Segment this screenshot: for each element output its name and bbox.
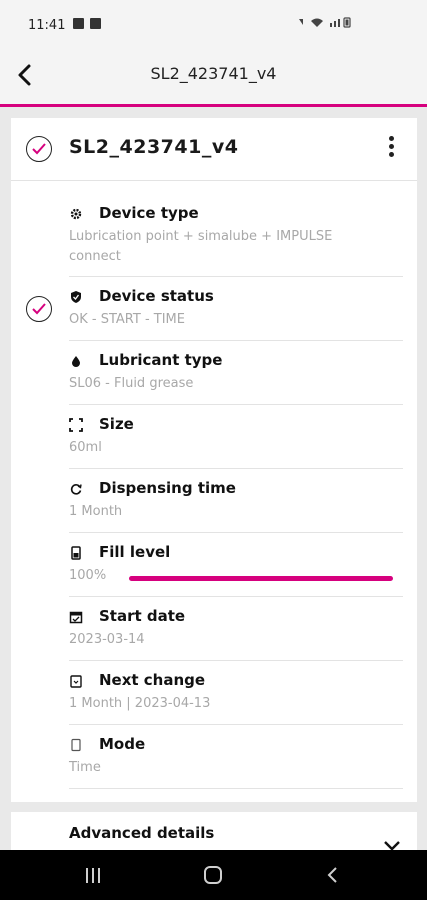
page-title: SL2_423741_v4 — [150, 64, 277, 83]
clipboard-icon — [70, 675, 82, 688]
size-label: Size — [99, 415, 134, 433]
fill-level-bar — [129, 576, 393, 581]
dispensing-time-value: 1 Month — [69, 504, 123, 519]
next-change-label: Next change — [99, 671, 206, 689]
advanced-details-label: Advanced details — [69, 824, 215, 842]
size-row: Size 60ml — [69, 407, 403, 469]
start-date-label: Start date — [99, 607, 186, 625]
notification-icon — [73, 18, 84, 29]
status-bar: 11:41 — [0, 0, 427, 46]
device-detail-card: SL2_423741_v4 Device type Lubrication po… — [11, 118, 417, 802]
signal-icons — [297, 16, 357, 31]
nav-back-icon[interactable] — [326, 866, 340, 884]
start-date-value: 2023-03-14 — [69, 632, 145, 647]
shield-icon — [71, 291, 81, 303]
recent-apps-icon[interactable] — [86, 868, 100, 883]
lubricant-type-row: Lubricant type SL06 - Fluid grease — [69, 343, 403, 405]
device-status-value: OK - START - TIME — [69, 312, 185, 327]
status-time: 11:41 — [28, 18, 66, 33]
card-header: SL2_423741_v4 — [11, 118, 417, 181]
gallery-icon — [90, 18, 101, 29]
mode-value: Time — [69, 760, 101, 775]
status-notification-icons — [73, 18, 101, 29]
fill-level-value: 100% — [69, 568, 107, 583]
refresh-icon — [70, 484, 82, 495]
lubricant-type-label: Lubricant type — [99, 351, 223, 369]
mode-icon — [71, 738, 81, 752]
drop-icon — [72, 356, 80, 367]
battery-icon — [71, 546, 81, 560]
mode-label: Mode — [99, 735, 146, 753]
fill-level-label: Fill level — [99, 543, 171, 561]
wifi-signal-icon — [299, 17, 351, 28]
app-bar: SL2_423741_v4 — [0, 46, 427, 107]
gear-icon — [70, 208, 82, 220]
system-nav-bar — [0, 850, 427, 900]
home-icon[interactable] — [204, 866, 222, 884]
calendar-icon — [69, 611, 83, 624]
card-title: SL2_423741_v4 — [69, 136, 239, 158]
dispensing-time-label: Dispensing time — [99, 479, 236, 497]
size-value: 60ml — [69, 440, 102, 455]
fill-level-row: Fill level 100% — [69, 535, 403, 597]
device-type-row: Device type Lubrication point + simalube… — [69, 196, 403, 277]
kebab-menu-icon[interactable] — [387, 136, 395, 162]
expand-icon — [69, 418, 83, 432]
lubricant-type-value: SL06 - Fluid grease — [69, 376, 194, 391]
device-type-label: Device type — [99, 204, 199, 222]
mode-row: Mode Time — [69, 727, 403, 789]
status-check-icon — [26, 296, 52, 322]
start-date-row: Start date 2023-03-14 — [69, 599, 403, 661]
device-status-row: Device status OK - START - TIME — [69, 279, 403, 341]
device-type-value: Lubrication point + simalube + IMPULSE c… — [69, 229, 333, 264]
next-change-row: Next change 1 Month | 2023-04-13 — [69, 663, 403, 725]
check-circle-icon — [26, 136, 52, 162]
dispensing-time-row: Dispensing time 1 Month — [69, 471, 403, 533]
next-change-value: 1 Month | 2023-04-13 — [69, 696, 211, 711]
device-status-label: Device status — [99, 287, 214, 305]
